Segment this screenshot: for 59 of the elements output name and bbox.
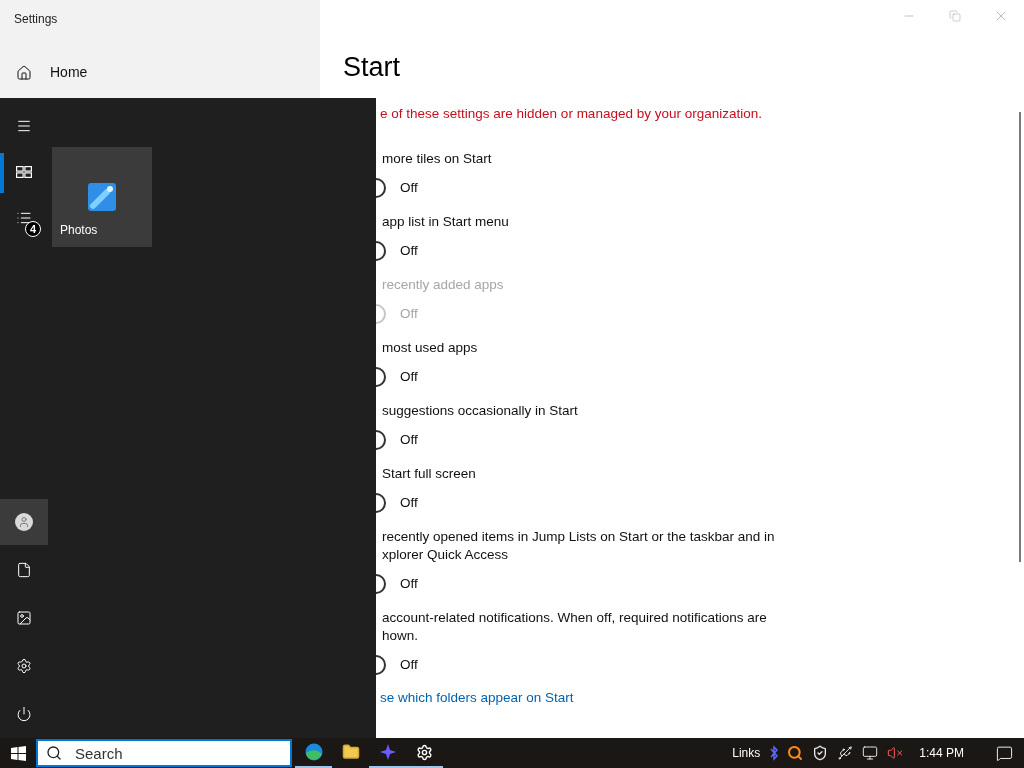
- setting-label: app list in Start menu: [381, 213, 510, 232]
- toggle-switch[interactable]: [376, 178, 388, 199]
- search-field[interactable]: Search: [36, 739, 292, 767]
- volume-muted-icon[interactable]: [887, 745, 904, 761]
- toolbar-label[interactable]: Links: [732, 744, 761, 762]
- home-icon: [16, 64, 32, 81]
- tiles-icon: [16, 166, 32, 178]
- setting-label: recently added apps: [381, 276, 505, 295]
- menu-icon: [16, 118, 32, 134]
- settings-icon: [16, 658, 32, 674]
- setting-label: recently opened items in Jump Lists on Start or the taskbar and in xplorer Quick Access: [381, 528, 776, 565]
- notice-text: e of these settings are hidden or managed by your organization.: [379, 105, 763, 123]
- restore-icon: [949, 10, 961, 22]
- pictures-icon: [16, 610, 32, 626]
- start-rail-button[interactable]: 4: [0, 195, 48, 241]
- folders-link[interactable]: se which folders appear on Start: [376, 688, 574, 709]
- scrollbar[interactable]: [1019, 112, 1021, 562]
- count-badge: 4: [25, 221, 41, 237]
- toggle-switch[interactable]: [376, 493, 388, 514]
- setting-label: Start full screen: [381, 465, 477, 484]
- toggle-state: Off: [400, 656, 418, 675]
- clock[interactable]: 1:44 PM: [919, 744, 964, 762]
- toggle-state: Off: [400, 431, 418, 450]
- toggle-state: Off: [400, 575, 418, 594]
- toggle-switch[interactable]: [376, 655, 388, 676]
- bluetooth-icon[interactable]: [770, 745, 779, 761]
- usb-icon[interactable]: [837, 745, 854, 761]
- toggle-state: Off: [400, 305, 418, 324]
- document-icon: [16, 562, 32, 578]
- sidebar-item[interactable]: Home: [16, 62, 88, 83]
- power-icon: [16, 706, 32, 722]
- shield-icon[interactable]: [812, 745, 829, 761]
- browser-icon: [304, 743, 323, 761]
- magnifier-icon[interactable]: [787, 745, 804, 761]
- toggle-state: Off: [400, 494, 418, 513]
- network-icon[interactable]: [862, 745, 879, 761]
- page-title: Start: [343, 54, 401, 81]
- toggle-switch[interactable]: [376, 430, 388, 451]
- app-tile[interactable]: Photos: [52, 147, 152, 247]
- toggle-state: Off: [400, 242, 418, 261]
- toggle-state: Off: [400, 179, 418, 198]
- toggle-switch[interactable]: [376, 367, 388, 388]
- toggle-switch[interactable]: [376, 241, 388, 262]
- user-avatar-icon: [15, 513, 33, 531]
- toggle-switch[interactable]: [376, 574, 388, 595]
- speech-bubble-icon: [995, 744, 1013, 762]
- setting-label: more tiles on Start: [381, 150, 493, 169]
- search-icon: [46, 745, 62, 761]
- setting-label: account-related notifications. When off, required notifications are hown.: [381, 609, 768, 646]
- setting-label: suggestions occasionally in Start: [381, 402, 579, 421]
- settings-icon: [416, 743, 433, 761]
- start-rail-button[interactable]: [0, 499, 48, 545]
- windows-logo-icon: [10, 745, 26, 761]
- setting-label: most used apps: [381, 339, 479, 358]
- window-title: Settings: [13, 11, 58, 28]
- toggle-state: Off: [400, 368, 418, 387]
- photos-icon: [87, 182, 117, 212]
- folder-icon: [341, 743, 360, 761]
- list-icon: [16, 210, 32, 226]
